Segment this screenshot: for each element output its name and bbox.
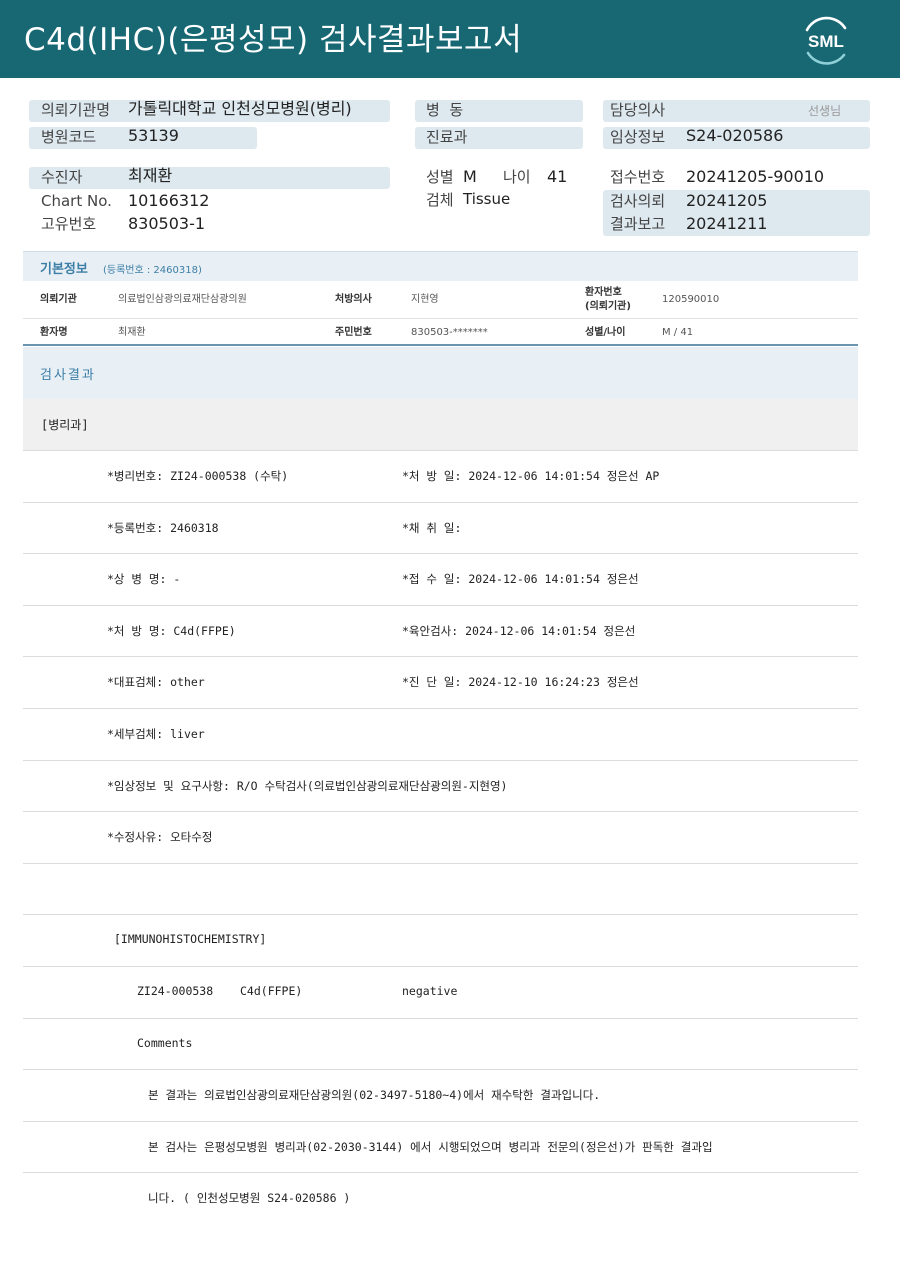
- basic-name-label: 환자명: [40, 327, 68, 338]
- result-left: *상 병 명: -: [107, 572, 181, 587]
- doctor-value: 선생님: [808, 104, 842, 118]
- chart-no-value: 10166312: [128, 191, 210, 210]
- receipt-no-value: 20241205-90010: [686, 167, 825, 186]
- result-row: *대표검체: other *진 단 일: 2024-12-10 16:24:23…: [23, 657, 858, 709]
- patient-value: 최재환: [128, 166, 173, 185]
- basic-info-subtitle: (등록번호 : 2460318): [103, 265, 202, 276]
- result-left: *처 방 명: C4d(FFPE): [107, 623, 236, 638]
- basic-patient-no-value: 120590010: [662, 294, 720, 305]
- unique-no-value: 830503-1: [128, 214, 206, 233]
- basic-sex-age-value: M / 41: [662, 327, 694, 338]
- basic-rrn-value: 830503-*******: [411, 327, 488, 338]
- result-row: [IMMUNOHISTOCHEMISTRY]: [23, 915, 858, 967]
- basic-patient-no-label: 환자번호: [585, 287, 622, 298]
- age-value: 41: [547, 167, 568, 186]
- basic-info-section: 기본정보 (등록번호 : 2460318) 의뢰기관 의료법인삼광의료재단삼광의…: [23, 251, 858, 346]
- institution-value: 가톨릭대학교 인천성모병원(병리): [128, 99, 352, 118]
- basic-sex-age-label: 성별/나이: [585, 327, 626, 338]
- basic-name-value: 최재환: [118, 327, 146, 338]
- sex-value: M: [463, 167, 477, 186]
- result-row: *등록번호: 2460318 *채 취 일:: [23, 503, 858, 555]
- result-row: 니다. ( 인천성모병원 S24-020586 ): [23, 1173, 858, 1225]
- institution-label: 의뢰기관명: [41, 101, 111, 119]
- result-row: 본 검사는 은평성모병원 병리과(02-2030-3144) 에서 시행되었으며…: [23, 1122, 858, 1174]
- hospital-code-value: 53139: [128, 126, 179, 145]
- result-left: *임상정보 및 요구사항: R/O 수탁검사(의료법인삼광의료재단삼광의원-지현…: [107, 778, 508, 793]
- basic-institution-label: 의뢰기관: [40, 294, 77, 305]
- unique-no-label: 고유번호: [41, 215, 97, 233]
- ihc-test-name: C4d(FFPE): [240, 983, 303, 998]
- basic-info-title-bar: 기본정보 (등록번호 : 2460318): [23, 251, 858, 281]
- result-row: *상 병 명: - *접 수 일: 2024-12-06 14:01:54 정은…: [23, 554, 858, 606]
- age-label: 나이: [503, 168, 531, 186]
- specimen-value: Tissue: [463, 190, 511, 208]
- report-title: C4d(IHC)(은평성모) 검사결과보고서: [24, 22, 523, 58]
- result-row: Comments: [23, 1019, 858, 1071]
- report-header: C4d(IHC)(은평성모) 검사결과보고서 SML: [0, 0, 900, 78]
- department-label: [병리과]: [41, 418, 89, 432]
- comment-line: 니다. ( 인천성모병원 S24-020586 ): [148, 1191, 351, 1206]
- report-date-value: 20241211: [686, 214, 768, 233]
- request-date-value: 20241205: [686, 191, 768, 210]
- result-right: *육안검사: 2024-12-06 14:01:54 정은선: [402, 623, 636, 638]
- basic-patient-no-sublabel: (의뢰기관): [585, 301, 631, 312]
- result-row: 본 결과는 의료법인삼광의료재단삼광의원(02-3497-5180~4)에서 재…: [23, 1070, 858, 1122]
- result-right: *진 단 일: 2024-12-10 16:24:23 정은선: [402, 675, 639, 690]
- comment-line: 본 검사는 은평성모병원 병리과(02-2030-3144) 에서 시행되었으며…: [148, 1139, 713, 1154]
- result-title-bar: 검사결과: [23, 347, 858, 399]
- svg-text:SML: SML: [808, 32, 844, 51]
- doctor-label: 담당의사: [610, 101, 666, 119]
- hospital-code-label: 병원코드: [41, 128, 97, 146]
- department-bar: [병리과]: [23, 399, 858, 451]
- result-left: *병리번호: ZI24-000538 (수탁): [107, 469, 289, 483]
- basic-info-title: 기본정보: [40, 262, 88, 277]
- result-row: *병리번호: ZI24-000538 (수탁) *처 방 일: 2024-12-…: [23, 451, 858, 503]
- result-row: *세부검체: liver: [23, 709, 858, 761]
- basic-prescriber-value: 지현영: [411, 294, 439, 305]
- result-right: *채 취 일:: [402, 520, 462, 535]
- specimen-label: 검체: [426, 191, 454, 209]
- result-row: [23, 864, 858, 916]
- result-row: *수정사유: 오타수정: [23, 812, 858, 864]
- result-row: *임상정보 및 요구사항: R/O 수탁검사(의료법인삼광의료재단삼광의원-지현…: [23, 761, 858, 813]
- basic-rrn-label: 주민번호: [335, 327, 372, 338]
- sml-logo: SML: [805, 16, 847, 65]
- result-title: 검사결과: [40, 368, 96, 383]
- comments-label: Comments: [137, 1035, 193, 1050]
- patient-pill: [29, 167, 390, 189]
- department-label: 진료과: [426, 128, 468, 146]
- basic-info-row: 환자명 최재환 주민번호 830503-******* 성별/나이 M / 41: [23, 319, 858, 346]
- report-date-label: 결과보고: [610, 215, 666, 233]
- ward-label: 병 동: [426, 101, 464, 119]
- result-right: *처 방 일: 2024-12-06 14:01:54 정은선 AP: [402, 469, 660, 483]
- basic-institution-value: 의료법인삼광의료재단삼광의원: [118, 294, 247, 305]
- patient-label: 수진자: [41, 168, 83, 186]
- request-date-label: 검사의뢰: [610, 192, 666, 210]
- basic-prescriber-label: 처방의사: [335, 294, 372, 305]
- result-left: *수정사유: 오타수정: [107, 830, 213, 845]
- result-row: *처 방 명: C4d(FFPE) *육안검사: 2024-12-06 14:0…: [23, 606, 858, 658]
- ihc-case-number: ZI24-000538: [137, 983, 214, 998]
- result-row: ZI24-000538 C4d(FFPE) negative: [23, 967, 858, 1019]
- clinical-info-value: S24-020586: [686, 126, 784, 145]
- basic-info-row: 의뢰기관 의료법인삼광의료재단삼광의원 처방의사 지현영 환자번호 (의뢰기관)…: [23, 281, 858, 319]
- result-right: *접 수 일: 2024-12-06 14:01:54 정은선: [402, 572, 639, 587]
- ihc-result: negative: [402, 983, 458, 998]
- ihc-header: [IMMUNOHISTOCHEMISTRY]: [114, 932, 267, 947]
- result-left: *대표검체: other: [107, 675, 205, 690]
- result-left: *등록번호: 2460318: [107, 520, 219, 535]
- result-rows: *병리번호: ZI24-000538 (수탁) *처 방 일: 2024-12-…: [23, 451, 858, 1225]
- comment-line: 본 결과는 의료법인삼광의료재단삼광의원(02-3497-5180~4)에서 재…: [148, 1088, 601, 1103]
- chart-no-label: Chart No.: [41, 192, 112, 210]
- receipt-no-label: 접수번호: [610, 168, 666, 186]
- result-left: *세부검체: liver: [107, 726, 205, 741]
- clinical-info-label: 임상정보: [610, 128, 666, 146]
- sex-label: 성별: [426, 168, 454, 186]
